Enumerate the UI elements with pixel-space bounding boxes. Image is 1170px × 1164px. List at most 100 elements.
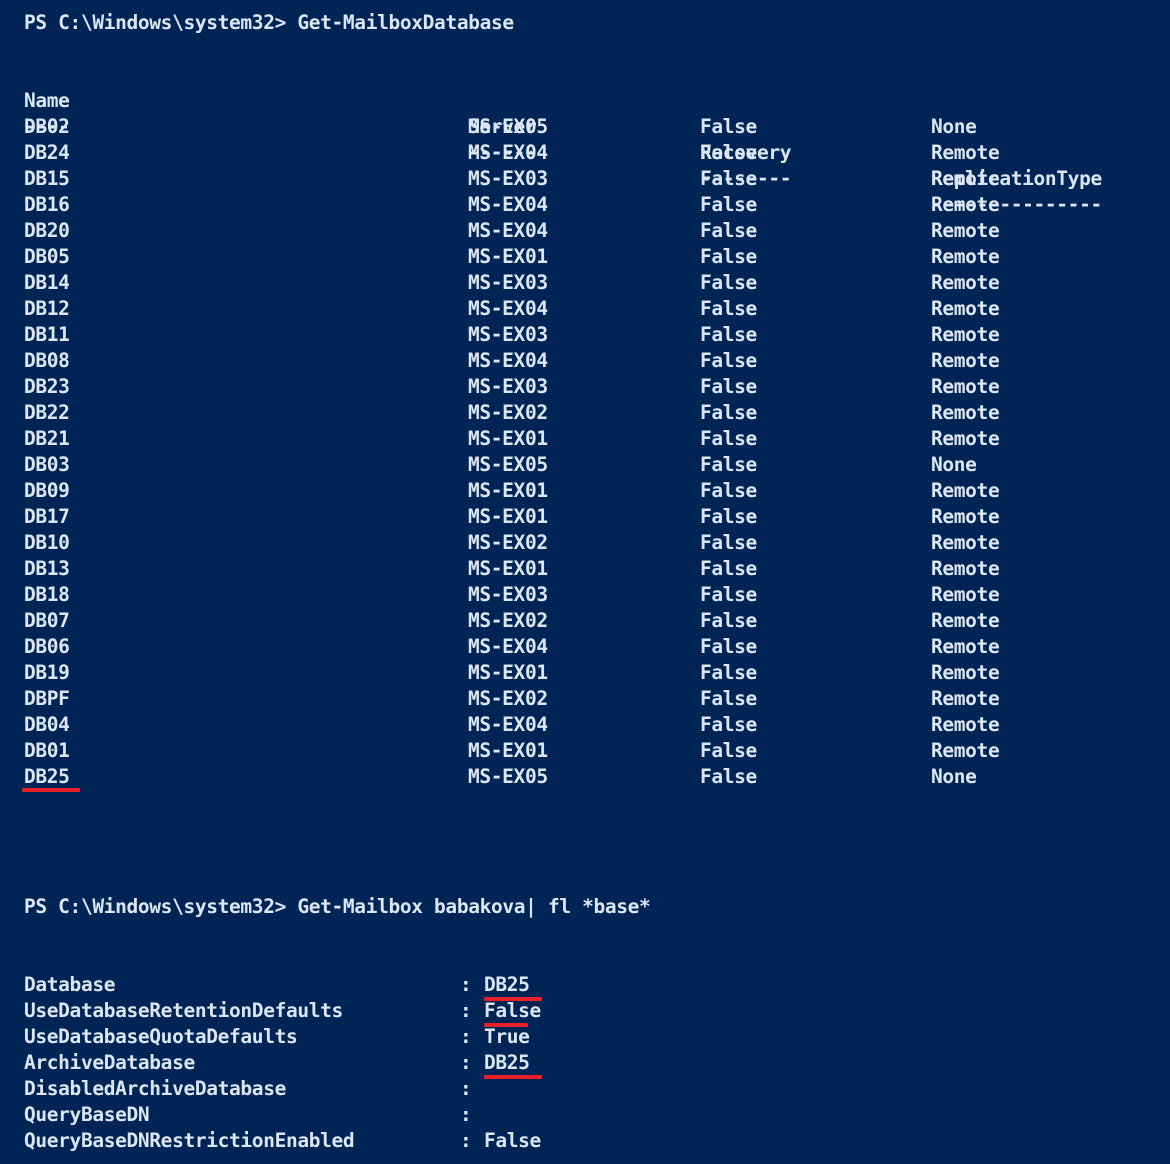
cell-server: MS-EX02: [468, 687, 548, 710]
cell-name: DB20: [24, 219, 70, 242]
cell-name: DB18: [24, 583, 70, 606]
cell-recovery: False: [700, 531, 757, 554]
property-value: False: [484, 999, 541, 1022]
cell-server: MS-EX02: [468, 531, 548, 554]
cell-replicationtype: None: [931, 453, 977, 476]
cell-recovery: False: [700, 739, 757, 762]
cell-recovery: False: [700, 635, 757, 658]
cell-recovery: False: [700, 297, 757, 320]
cell-recovery: False: [700, 401, 757, 424]
cell-replicationtype: Remote: [931, 297, 1000, 320]
cell-server: MS-EX04: [468, 635, 548, 658]
property-separator: :: [460, 1051, 472, 1074]
property-separator: :: [460, 1077, 472, 1100]
cell-replicationtype: Remote: [931, 349, 1000, 372]
cell-replicationtype: Remote: [931, 505, 1000, 528]
cell-server: MS-EX01: [468, 245, 548, 268]
cell-server: MS-EX05: [468, 115, 548, 138]
cell-server: MS-EX01: [468, 739, 548, 762]
highlight-underline-database-value: [484, 997, 542, 1001]
cell-replicationtype: None: [931, 765, 977, 788]
cell-name: DB17: [24, 505, 70, 528]
highlight-underline-db25-table: [22, 788, 80, 792]
cell-server: MS-EX04: [468, 141, 548, 164]
cell-replicationtype: Remote: [931, 739, 1000, 762]
cell-name: DB06: [24, 635, 70, 658]
cell-recovery: False: [700, 219, 757, 242]
cell-replicationtype: Remote: [931, 401, 1000, 424]
cell-replicationtype: Remote: [931, 167, 1000, 190]
cell-recovery: False: [700, 427, 757, 450]
property-key: QueryBaseDN: [24, 1103, 150, 1126]
cell-name: DB08: [24, 349, 70, 372]
property-separator: :: [460, 999, 472, 1022]
property-separator: :: [460, 973, 472, 996]
cell-name: DB03: [24, 453, 70, 476]
cell-replicationtype: Remote: [931, 323, 1000, 346]
cell-name: DB25: [24, 765, 70, 788]
powershell-console[interactable]: PS C:\Windows\system32> Get-MailboxDatab…: [0, 0, 1170, 1164]
cell-name: DB11: [24, 323, 70, 346]
cell-recovery: False: [700, 193, 757, 216]
cell-server: MS-EX01: [468, 427, 548, 450]
cell-recovery: False: [700, 141, 757, 164]
cell-replicationtype: Remote: [931, 687, 1000, 710]
cell-server: MS-EX02: [468, 609, 548, 632]
cell-recovery: False: [700, 609, 757, 632]
cell-server: MS-EX04: [468, 193, 548, 216]
cell-server: MS-EX03: [468, 583, 548, 606]
cell-replicationtype: Remote: [931, 713, 1000, 736]
cell-recovery: False: [700, 271, 757, 294]
cell-recovery: False: [700, 323, 757, 346]
cell-recovery: False: [700, 453, 757, 476]
cell-replicationtype: Remote: [931, 375, 1000, 398]
cell-server: MS-EX01: [468, 661, 548, 684]
cell-replicationtype: Remote: [931, 609, 1000, 632]
cell-replicationtype: Remote: [931, 531, 1000, 554]
cell-name: DB22: [24, 401, 70, 424]
cell-name: DB19: [24, 661, 70, 684]
cell-replicationtype: Remote: [931, 141, 1000, 164]
cell-recovery: False: [700, 349, 757, 372]
cell-recovery: False: [700, 115, 757, 138]
property-key: QueryBaseDNRestrictionEnabled: [24, 1129, 355, 1152]
cell-replicationtype: Remote: [931, 661, 1000, 684]
cell-name: DB24: [24, 141, 70, 164]
cell-name: DB01: [24, 739, 70, 762]
highlight-underline-retention-defaults-value: [484, 1023, 528, 1027]
cell-name: DB09: [24, 479, 70, 502]
property-separator: :: [460, 1103, 472, 1126]
property-value: True: [484, 1025, 530, 1048]
cell-recovery: False: [700, 661, 757, 684]
cell-replicationtype: Remote: [931, 635, 1000, 658]
cell-name: DB04: [24, 713, 70, 736]
cell-recovery: False: [700, 245, 757, 268]
property-key: DisabledArchiveDatabase: [24, 1077, 286, 1100]
table-separator-row: ---- ------ -------- ---------------: [24, 88, 1102, 216]
cell-replicationtype: Remote: [931, 193, 1000, 216]
cell-server: MS-EX04: [468, 297, 548, 320]
cell-server: MS-EX05: [468, 765, 548, 788]
cell-replicationtype: Remote: [931, 427, 1000, 450]
cell-server: MS-EX04: [468, 219, 548, 242]
cell-recovery: False: [700, 687, 757, 710]
cell-name: DB13: [24, 557, 70, 580]
cell-server: MS-EX03: [468, 271, 548, 294]
cell-server: MS-EX03: [468, 375, 548, 398]
cell-name: DB21: [24, 427, 70, 450]
command-line-2: PS C:\Windows\system32> Get-Mailbox baba…: [24, 895, 651, 918]
cell-recovery: False: [700, 505, 757, 528]
cell-server: MS-EX04: [468, 713, 548, 736]
property-key: Database: [24, 973, 116, 996]
property-key: ArchiveDatabase: [24, 1051, 195, 1074]
highlight-underline-archivedatabase-value: [484, 1075, 542, 1079]
cell-name: DB07: [24, 609, 70, 632]
property-value: False: [484, 1129, 541, 1152]
cell-recovery: False: [700, 375, 757, 398]
cell-name: DB05: [24, 245, 70, 268]
property-key: UseDatabaseQuotaDefaults: [24, 1025, 298, 1048]
cell-recovery: False: [700, 765, 757, 788]
cell-name: DB23: [24, 375, 70, 398]
cell-recovery: False: [700, 479, 757, 502]
cell-replicationtype: None: [931, 115, 977, 138]
